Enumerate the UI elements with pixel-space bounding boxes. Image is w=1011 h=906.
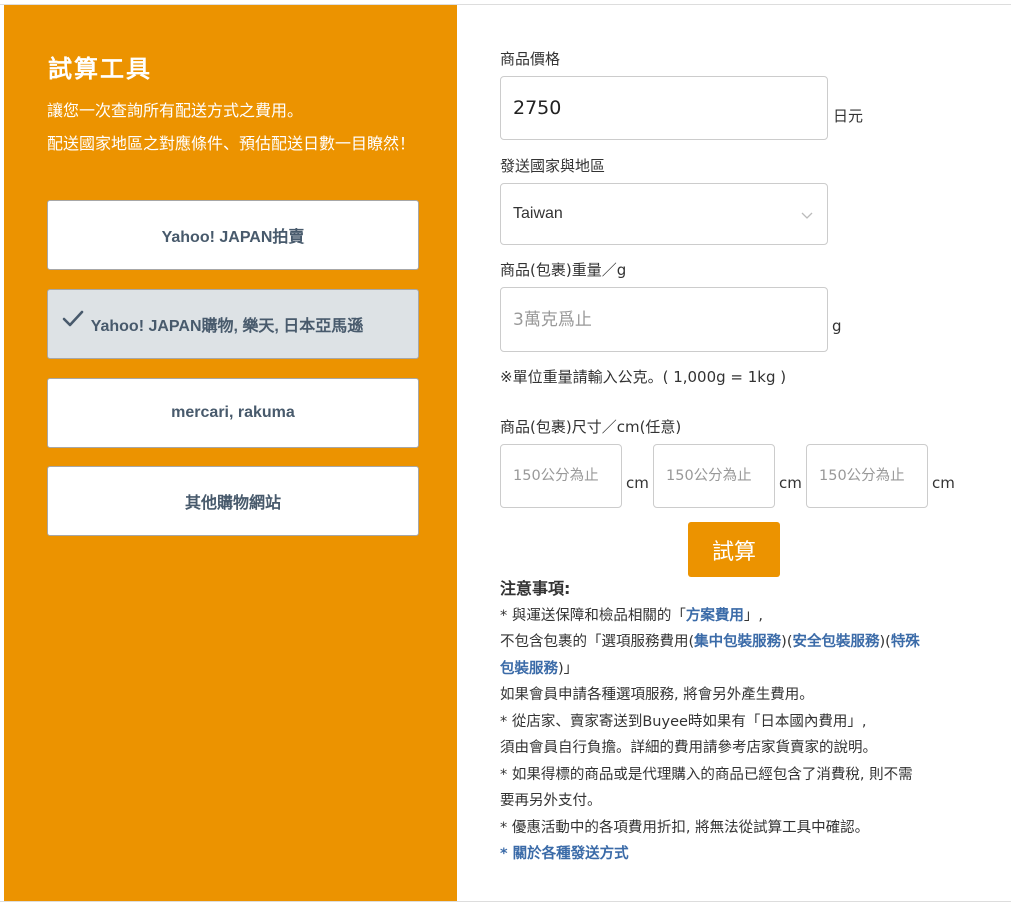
site-button-yahoo-shopping[interactable]: Yahoo! JAPAN購物, 樂天, 日本亞馬遜 xyxy=(47,289,419,359)
site-button-yahoo-auction[interactable]: Yahoo! JAPAN拍賣 xyxy=(47,200,419,270)
notes-line: * 與運送保障和檢品相關的「方案費用」, xyxy=(500,603,970,630)
site-button-label: Yahoo! JAPAN拍賣 xyxy=(161,229,305,246)
country-select[interactable]: Taiwan xyxy=(500,183,828,245)
price-field-box xyxy=(500,76,828,140)
weight-note: ※單位重量請輸入公克。( 1,000g = 1kg ) xyxy=(500,368,787,386)
site-button-label: Yahoo! JAPAN購物, 樂天, 日本亞馬遜 xyxy=(90,318,364,335)
special-packing-service-link[interactable]: 特殊 xyxy=(891,634,920,650)
size-width-input[interactable] xyxy=(654,445,774,507)
size-height-input[interactable] xyxy=(807,445,927,507)
size-label: 商品(包裹)尺寸／cm(任意) xyxy=(500,418,682,436)
size-length-input[interactable] xyxy=(501,445,621,507)
size-length-box xyxy=(500,444,622,508)
weight-unit: g xyxy=(832,317,842,335)
tool-title: 試算工具 xyxy=(48,55,152,83)
notes-text: )」 xyxy=(558,660,579,677)
description-line-1: 讓您一次查詢所有配送方式之費用。 xyxy=(47,101,304,120)
notes-line: 須由會員自行負擔。詳細的費用請參考店家貨賣家的說明。 xyxy=(500,740,877,756)
notes-line: * 優惠活動中的各項費用折扣, 將無法從試算工具中確認。 xyxy=(500,819,870,836)
notes-text: )( xyxy=(879,634,891,650)
notes-line: 要再另外支付。 xyxy=(500,793,602,809)
size-unit: cm xyxy=(779,474,802,492)
notes-line: 如果會員申請各種選項服務, 將會另外產生費用。 xyxy=(500,687,814,703)
consolidation-service-link[interactable]: 集中包裝服務 xyxy=(694,634,781,650)
size-unit: cm xyxy=(626,474,649,492)
bottom-border xyxy=(0,901,1011,902)
chevron-down-icon xyxy=(801,212,813,219)
shipping-methods-link[interactable]: * 關於各種發送方式 xyxy=(500,841,970,868)
weight-label: 商品(包裹)重量／g xyxy=(500,261,627,279)
price-input[interactable] xyxy=(501,77,827,139)
tool-description: 讓您一次查詢所有配送方式之費用。 配送國家地區之對應條件、預估配送日數一目瞭然！ xyxy=(47,100,417,166)
size-height-box xyxy=(806,444,928,508)
site-button-label: mercari, rakuma xyxy=(171,404,295,421)
size-width-box xyxy=(653,444,775,508)
special-packing-service-link-cont[interactable]: 包裝服務 xyxy=(500,661,558,677)
calculate-button[interactable]: 試算 xyxy=(688,522,780,577)
price-unit: 日元 xyxy=(833,107,864,125)
plan-fee-link[interactable]: 方案費用 xyxy=(686,608,744,624)
checkmark-icon xyxy=(62,310,84,327)
notes-section: 注意事項: * 與運送保障和檢品相關的「方案費用」, 不包含包裹的「選項服務費用… xyxy=(500,576,970,868)
weight-field-box xyxy=(500,287,828,352)
notes-line: 不包含包裹的「選項服務費用(集中包裝服務)(安全包裝服務)(特殊 xyxy=(500,629,970,656)
weight-input[interactable] xyxy=(501,288,827,351)
notes-text: 」, xyxy=(743,607,763,624)
country-label: 發送國家與地區 xyxy=(500,157,606,175)
notes-line: 包裝服務)」 xyxy=(500,656,970,683)
country-selected-value: Taiwan xyxy=(513,205,563,222)
site-button-mercari[interactable]: mercari, rakuma xyxy=(47,378,419,448)
notes-line: * 如果得標的商品或是代理購入的商品已經包含了消費稅, 則不需 xyxy=(500,766,913,783)
notes-title: 注意事項: xyxy=(500,579,571,598)
size-unit: cm xyxy=(932,474,955,492)
notes-text: 不包含包裹的「選項服務費用( xyxy=(500,634,695,650)
notes-line: * 從店家、賣家寄送到Buyee時如果有「日本國內費用」, xyxy=(500,713,867,730)
description-line-2: 配送國家地區之對應條件、預估配送日數一目瞭然！ xyxy=(47,134,416,153)
notes-text: * 與運送保障和檢品相關的「 xyxy=(500,607,686,624)
safe-packing-service-link[interactable]: 安全包裝服務 xyxy=(792,634,879,650)
notes-text: )( xyxy=(781,634,793,650)
tool-intro-panel: 試算工具 讓您一次查詢所有配送方式之費用。 配送國家地區之對應條件、預估配送日數… xyxy=(4,5,457,901)
site-button-other[interactable]: 其他購物網站 xyxy=(47,466,419,536)
price-label: 商品價格 xyxy=(500,50,561,68)
site-button-label: 其他購物網站 xyxy=(184,495,281,512)
